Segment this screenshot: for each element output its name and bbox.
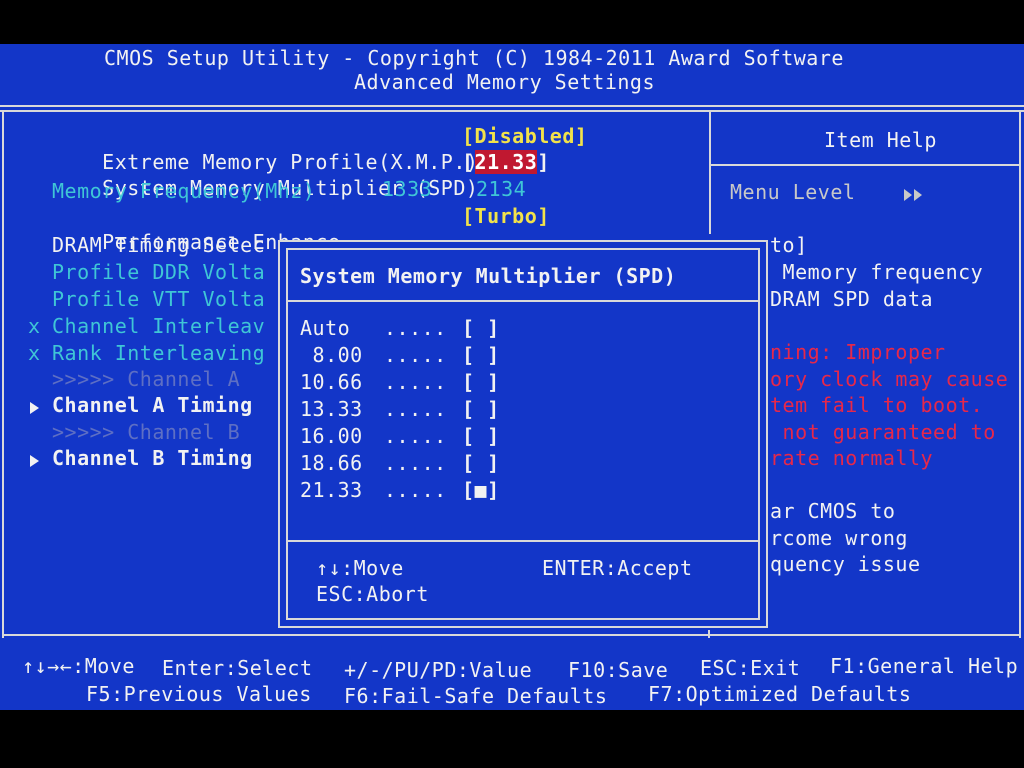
rank-interleave-prefix: x <box>28 341 41 365</box>
footer-failsafe: F6:Fail-Safe Defaults <box>344 684 608 708</box>
memory-frequency-value-2: 2134 <box>476 177 527 201</box>
help-line: quency issue <box>770 552 921 576</box>
help-line: rcome wrong <box>770 526 908 550</box>
header-divider-bottom <box>0 110 1024 112</box>
option-popup-frame: System Memory Multiplier (SPD) Auto ....… <box>286 248 760 620</box>
popup-option[interactable]: 18.66..... [ ] <box>288 451 758 477</box>
popup-option-marker: [ ] <box>462 451 500 475</box>
memory-multiplier-selected-value: 21.33 <box>474 150 538 174</box>
bottom-tick <box>708 630 710 638</box>
memory-frequency-label: Memory Frequency(Mhz) <box>52 179 316 203</box>
menu-level: Menu Level <box>730 180 855 204</box>
popup-option-dots: ..... <box>384 370 447 394</box>
help-line: DRAM SPD data <box>770 287 934 311</box>
header-divider-top <box>0 105 1024 107</box>
performance-enhance-value[interactable]: [Turbo] <box>462 204 550 228</box>
help-title-divider <box>709 164 1021 166</box>
popup-option-selected-marker: [■] <box>462 478 500 502</box>
popup-option-marker: [ ] <box>462 316 500 340</box>
popup-footer-divider <box>286 540 758 542</box>
footer-select: Enter:Select <box>162 656 313 680</box>
footer-help: F1:General Help <box>830 654 1019 678</box>
xmp-value[interactable]: [Disabled] <box>462 124 587 148</box>
channel-a-arrow-icon <box>30 399 39 418</box>
help-line: ory clock may cause <box>770 367 1009 391</box>
menu-item-channel-b-timing[interactable]: Channel B Timing <box>52 446 253 470</box>
channel-interleave-prefix: x <box>28 314 41 338</box>
help-line: tem fail to boot. <box>770 393 984 417</box>
popup-option-marker: [ ] <box>462 370 500 394</box>
popup-accept-hint: ENTER:Accept <box>542 556 693 580</box>
channel-b-arrow-icon <box>30 452 39 471</box>
menu-item-dram-timing[interactable]: DRAM Timing Selec <box>52 233 265 257</box>
popup-option-label: 16.00 <box>300 424 363 448</box>
popup-option-label: 10.66 <box>300 370 363 394</box>
popup-option-dots: ..... <box>384 397 447 421</box>
help-line: not guaranteed to <box>770 420 996 444</box>
popup-option-marker: [ ] <box>462 397 500 421</box>
popup-option-dots: ..... <box>384 424 447 448</box>
menu-item-profile-vtt: Profile VTT Volta <box>52 287 266 311</box>
popup-title: System Memory Multiplier (SPD) <box>300 264 677 288</box>
footer-optimized: F7:Optimized Defaults <box>648 682 912 706</box>
footer-value: +/-/PU/PD:Value <box>344 658 533 682</box>
help-divider <box>709 110 711 234</box>
memory-multiplier-value[interactable]: [21.33] <box>462 150 550 174</box>
bottom-divider <box>2 634 1021 636</box>
popup-option-label: Auto <box>300 316 363 340</box>
popup-option[interactable]: 13.33..... [ ] <box>288 397 758 423</box>
help-line: Memory frequency <box>770 260 984 284</box>
popup-option-label: 18.66 <box>300 451 363 475</box>
header-title: CMOS Setup Utility - Copyright (C) 1984-… <box>104 46 844 70</box>
value-open-bracket: [ <box>462 150 475 174</box>
popup-option-marker: [ ] <box>462 424 500 448</box>
footer-exit: ESC:Exit <box>700 656 801 680</box>
popup-option-label: 21.33 <box>300 478 363 502</box>
popup-title-divider <box>286 300 758 302</box>
help-line: ning: Improper <box>770 340 946 364</box>
footer-save: F10:Save <box>568 658 669 682</box>
right-frame <box>1019 110 1021 638</box>
menu-level-label: Menu Level <box>730 180 856 204</box>
popup-option-dots: ..... <box>384 343 447 367</box>
popup-option-dots: ..... <box>384 478 447 502</box>
page-title: Advanced Memory Settings <box>354 70 655 94</box>
channel-a-header: >>>>> Channel A <box>52 367 241 391</box>
bios-screen: CMOS Setup Utility - Copyright (C) 1984-… <box>0 44 1024 710</box>
popup-option[interactable]: 10.66..... [ ] <box>288 370 758 396</box>
popup-option[interactable]: 16.00..... [ ] <box>288 424 758 450</box>
popup-option-label: 13.33 <box>300 397 363 421</box>
footer-move: ↑↓→←:Move <box>22 654 135 678</box>
option-popup: System Memory Multiplier (SPD) Auto ....… <box>278 240 768 628</box>
menu-item-channel-interleave: Channel Interleav <box>52 314 266 338</box>
help-line: ar CMOS to <box>770 499 896 523</box>
help-line: rate normally <box>770 446 934 470</box>
menu-level-arrows-icon <box>902 186 922 205</box>
popup-option[interactable]: 8.00..... [ ] <box>288 343 758 369</box>
key-legend: ↑↓→←:Move Enter:Select +/-/PU/PD:Value F… <box>0 648 1024 710</box>
popup-option[interactable]: Auto ..... [ ] <box>288 316 758 342</box>
footer-previous: F5:Previous Values <box>86 682 312 706</box>
popup-option-dots: ..... <box>384 451 447 475</box>
popup-abort-hint: ESC:Abort <box>316 582 429 606</box>
popup-option-marker: [ ] <box>462 343 500 367</box>
popup-option-dots: ..... <box>384 316 447 340</box>
popup-option-label: 8.00 <box>300 343 363 367</box>
item-help-title: Item Help <box>824 128 937 152</box>
menu-item-channel-a-timing[interactable]: Channel A Timing <box>52 393 253 417</box>
left-frame <box>2 110 4 638</box>
help-line: to] <box>770 233 808 257</box>
popup-option[interactable]: 21.33..... [■] <box>288 478 758 504</box>
menu-item-profile-ddr: Profile DDR Volta <box>52 260 266 284</box>
popup-move-hint: ↑↓:Move <box>316 556 404 580</box>
channel-b-header: >>>>> Channel B <box>52 420 241 444</box>
memory-frequency-value-1: 1333 <box>382 177 433 201</box>
value-close-bracket: ] <box>537 150 550 174</box>
menu-item-rank-interleave: Rank Interleaving <box>52 341 266 365</box>
